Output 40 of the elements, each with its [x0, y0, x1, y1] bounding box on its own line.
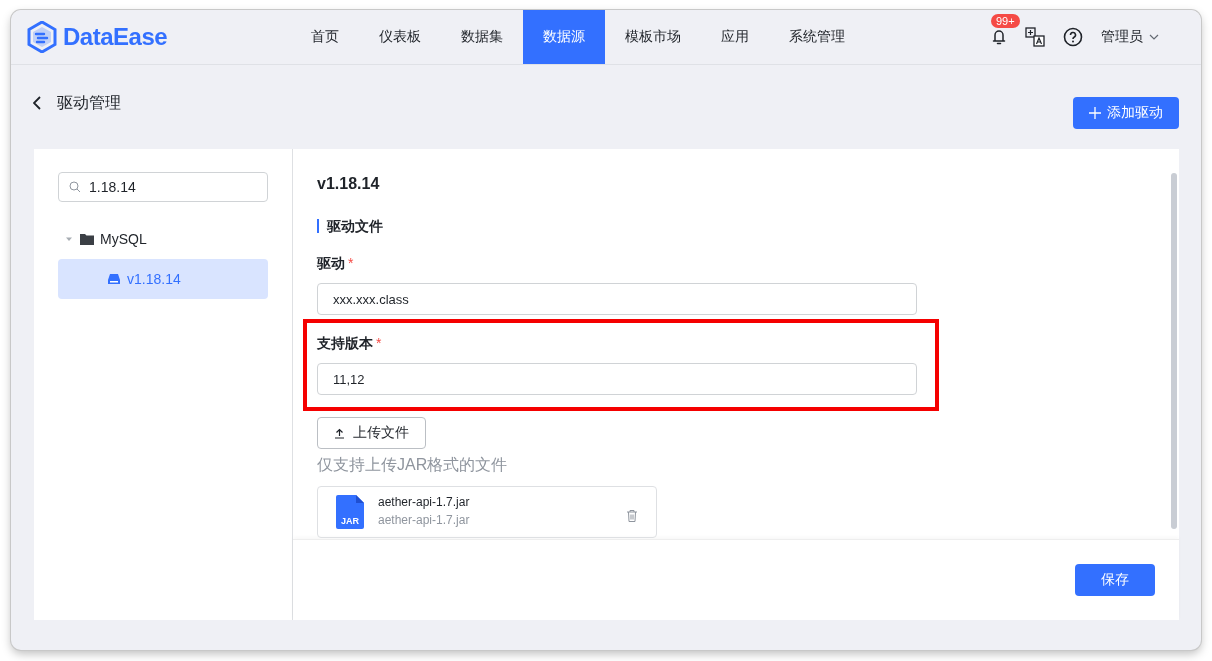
search-field[interactable]: 1.18.14: [58, 172, 268, 202]
nav-tab[interactable]: 系统管理: [769, 10, 865, 64]
folder-icon: [80, 233, 94, 245]
nav-tab[interactable]: 数据集: [441, 10, 523, 64]
help-icon[interactable]: [1063, 27, 1083, 47]
nav-tab[interactable]: 首页: [291, 10, 359, 64]
input-field[interactable]: 11,12: [317, 363, 917, 395]
field-label: 驱动 *: [317, 255, 355, 273]
back-button[interactable]: [33, 96, 41, 110]
tree-node[interactable]: MySQL: [58, 219, 268, 259]
add-driver-button[interactable]: 添加驱动: [1073, 97, 1179, 129]
file-subtitle: aether-api-1.7.jar: [378, 513, 471, 527]
nav-tab[interactable]: 数据源: [523, 10, 605, 64]
chevron-down-icon: [1149, 34, 1159, 40]
page-title: 驱动管理: [57, 92, 121, 113]
upload-button[interactable]: 上传文件: [317, 417, 426, 449]
save-button[interactable]: 保存: [1075, 564, 1155, 596]
trash-icon[interactable]: [626, 509, 638, 522]
form-title: v1.18.14: [317, 175, 381, 193]
input-field[interactable]: xxx.xxx.class: [317, 283, 917, 315]
nav-tab[interactable]: 模板市场: [605, 10, 701, 64]
jar-file-icon: JAR: [336, 495, 364, 529]
bell-icon[interactable]: [991, 28, 1007, 46]
plus-icon: [1089, 107, 1101, 119]
upload-hint: 仅支持上传JAR格式的文件: [317, 455, 509, 475]
search-icon: [69, 181, 81, 193]
user-menu[interactable]: 管理员: [1101, 28, 1159, 46]
field-label: 支持版本 *: [317, 335, 383, 353]
section-title: 驱动文件: [317, 219, 383, 233]
logo-icon: [27, 21, 57, 53]
translate-icon[interactable]: [1025, 27, 1045, 47]
drive-icon: [108, 273, 120, 285]
notification-badge: 99+: [991, 14, 1020, 28]
upload-icon: [334, 427, 345, 439]
back-icon: [33, 96, 41, 110]
logo-text: DataEase: [63, 23, 168, 51]
nav-tab[interactable]: 应用: [701, 10, 769, 64]
file-name: aether-api-1.7.jar: [378, 495, 471, 509]
scrollbar[interactable]: [1171, 173, 1177, 529]
nav-tab[interactable]: 仪表板: [359, 10, 441, 64]
